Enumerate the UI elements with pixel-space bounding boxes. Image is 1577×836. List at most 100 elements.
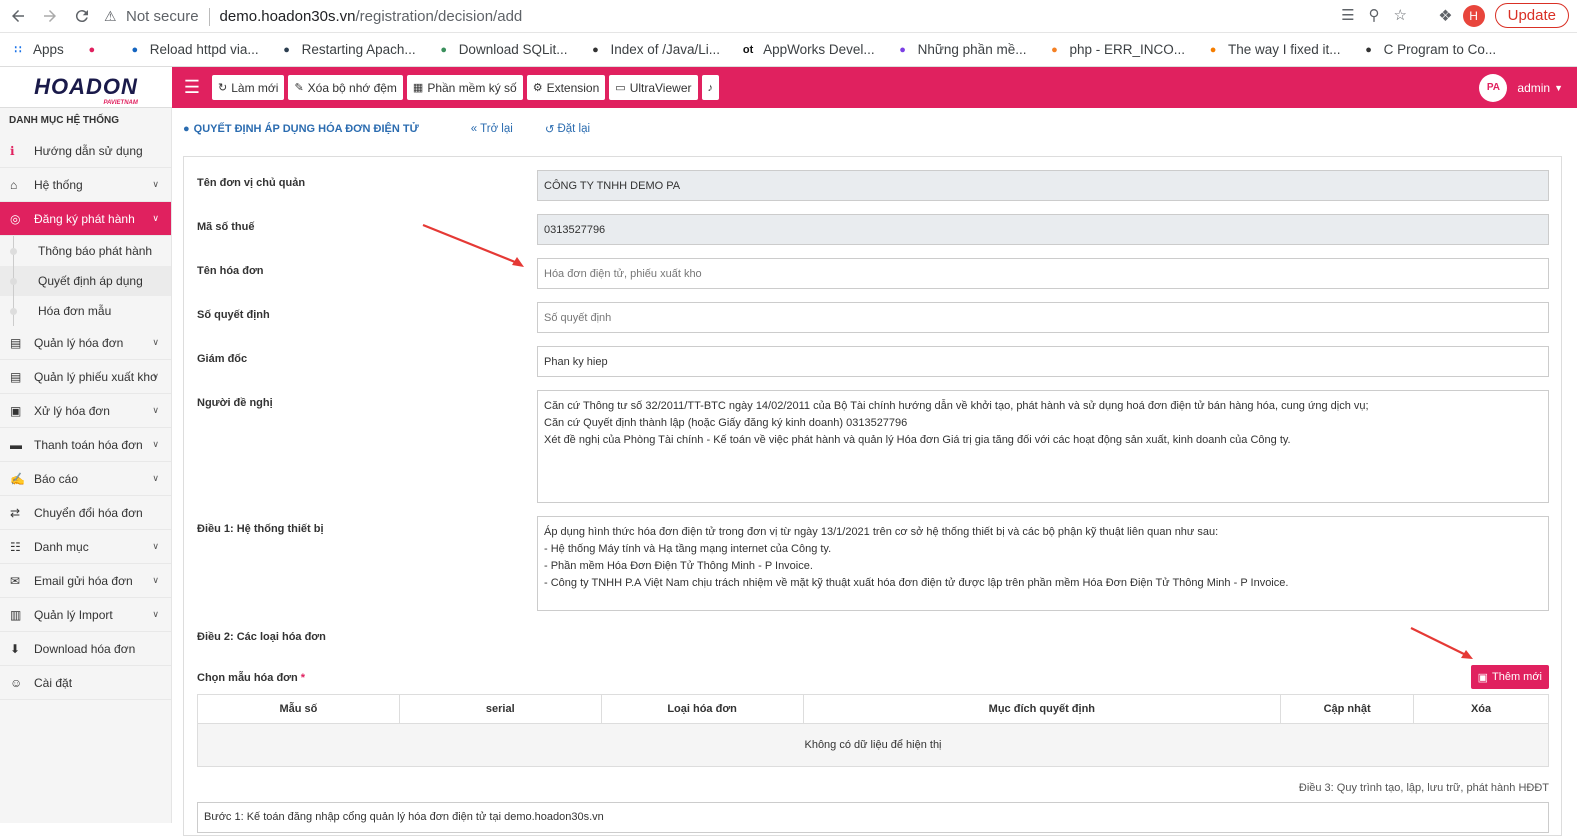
sidebar-item[interactable]: ▤ Quản lý hóa đơn ∨ [0,326,171,360]
add-new-button[interactable]: ▣ Thêm mới [1470,665,1549,689]
xóa-bộ-nhớ-đệm-button[interactable]: ✎ Xóa bộ nhớ đệm [288,75,403,100]
sidebar-item[interactable]: ⌂ Hệ thống ∨ [0,168,171,202]
bookmark-item[interactable]: ● Reload httpd via... [127,42,258,58]
col-purpose[interactable]: Mục đích quyết định [802,694,1282,724]
sidebar-item[interactable]: ▣ Xử lý hóa đơn ∨ [0,394,171,428]
bookmark-item[interactable]: ● Download SQLit... [436,42,567,58]
hamburger-menu-icon[interactable]: ☰ [172,77,212,98]
chevron-down-icon: ∨ [152,609,159,619]
page-header: ● QUYẾT ĐỊNH ÁP DỤNG HÓA ĐƠN ĐIỆN TỬ «Trở… [172,108,1577,150]
sidebar-item-label: Download hóa đơn [34,641,136,656]
sidebar-item[interactable]: ◎ Đăng ký phát hành ∨ [0,202,171,236]
globe-icon: ● [592,43,599,56]
sidebar-item[interactable]: ▬ Thanh toán hóa đơn ∨ [0,428,171,462]
article1-line: - Hệ thống Máy tính và Hạ tầng mạng inte… [544,543,832,555]
decision-number-input[interactable]: Số quyết định [537,302,1549,333]
user-name: admin [1517,80,1551,95]
reset-label: Đặt lại [557,123,591,135]
forward-arrow-icon[interactable] [34,0,66,32]
monitor-icon: ▭ [615,82,626,94]
table-row: Không có dữ liệu để hiện thị [197,723,1549,767]
col-template-no[interactable]: Mẫu số [197,694,400,724]
chevron-down-icon: ∨ [152,439,159,449]
col-delete[interactable]: Xóa [1413,694,1549,724]
reload-icon[interactable] [66,0,98,32]
sidebar-item[interactable]: ☺ Cài đặt [0,666,171,700]
proposer-textarea[interactable]: Căn cứ Thông tư số 32/2011/TT-BTC ngày 1… [537,390,1549,503]
logo-text: HOADON PAVIETNAM [34,76,138,107]
extension-icon: ⚙ [532,82,543,94]
sidebar-item[interactable]: ▤ Quản lý phiếu xuất kho ∨ [0,360,171,394]
update-button[interactable]: Update [1494,3,1569,28]
note-icon: ● [899,43,906,56]
extension-button[interactable]: ⚙ Extension [526,75,606,100]
bookmark-item[interactable]: ∷ Apps [10,42,64,58]
back-link[interactable]: «Trở lại [471,123,513,135]
sidebar-item[interactable]: ▥ Quản lý Import ∨ [0,598,171,632]
sidebar-item-label: Quản lý Import [34,607,113,622]
bookmark-item[interactable]: ● php - ERR_INCO... [1046,42,1185,58]
sidebar-subitem[interactable]: Hóa đơn mẫu [0,296,171,326]
col-serial[interactable]: serial [398,694,602,724]
person-icon: ● [131,43,139,56]
bookmark-item[interactable]: ● Những phần mề... [895,42,1026,58]
bookmark-label: Restarting Apach... [301,42,416,57]
zoom-icon[interactable]: ⚲ [1369,6,1380,24]
proposer-line: Căn cứ Quyết định thành lập (hoặc Giấy đ… [544,417,908,429]
bookmark-item[interactable]: ot AppWorks Devel... [740,42,875,58]
article1-line: Áp dụng hình thức hóa đơn điện tử trong … [544,526,1219,538]
sidebar-subitem[interactable]: Thông báo phát hành [0,236,171,266]
bell-icon: ♪ [707,81,714,94]
address-bar[interactable]: ⚠ Not secure demo.hoadon30s.vn/registrat… [104,2,1487,31]
translate-icon[interactable]: ☰ [1341,6,1354,24]
puzzle-icon[interactable]: ❖ [1438,6,1452,26]
unit-label: Tên đơn vị chủ quản [197,177,306,189]
invoice-name-input[interactable]: Hóa đơn điện tử, phiếu xuất kho [537,258,1549,289]
card-icon: ▬ [10,437,22,452]
back-arrow-icon[interactable] [2,0,34,32]
sidebar-item[interactable]: ℹ Hướng dẫn sử dụng [0,134,171,168]
sidebar: DANH MỤC HỆ THỐNG ℹ Hướng dẫn sử dụng ⌂ Hệ … [0,108,172,823]
sidebar-item[interactable]: ✉ Email gửi hóa đơn ∨ [0,564,171,598]
unit-field[interactable]: CÔNG TY TNHH DEMO PA [537,170,1549,201]
bookmark-label: AppWorks Devel... [763,42,875,57]
logo[interactable]: HOADON PAVIETNAM [0,67,172,108]
sidebar-subitem[interactable]: Quyết định áp dụng [0,266,171,296]
phần-mềm-ký-số-button[interactable]: ▦ Phần mềm ký số [406,75,523,100]
reset-link[interactable]: ↺ Đặt lại [545,122,590,136]
toolbar-button-label: Làm mới [231,80,279,95]
col-update[interactable]: Cập nhật [1280,694,1415,724]
article1-textarea[interactable]: Áp dụng hình thức hóa đơn điện tử trong … [537,516,1549,611]
notification-button[interactable]: ♪ [701,75,719,100]
col-invoice-type[interactable]: Loại hóa đơn [600,694,804,724]
profile-avatar[interactable]: H [1462,4,1485,27]
address-bar-icons: ☰ ⚲ ☆ [1341,6,1407,24]
toolbar-button-label: UltraViewer [629,80,692,95]
site-icon: ● [283,43,290,56]
save-icon: ▣ [10,403,22,418]
page-title: ● QUYẾT ĐỊNH ÁP DỤNG HÓA ĐƠN ĐIỆN TỬ [183,123,419,135]
sidebar-item[interactable]: ✍ Báo cáo ∨ [0,462,171,496]
bookmark-item[interactable]: ● Index of /Java/Li... [588,42,721,58]
step-textarea[interactable]: Bước 1: Kế toán đăng nhập cổng quản lý h… [197,802,1549,833]
bookmark-item[interactable]: ● [84,42,107,58]
plus-square-icon: ▣ [1477,671,1488,684]
star-icon[interactable]: ☆ [1394,6,1407,24]
main-content: ● QUYẾT ĐỊNH ÁP DỤNG HÓA ĐƠN ĐIỆN TỬ «Trở… [172,108,1577,836]
home-icon: ⌂ [10,177,18,192]
add-new-label: Thêm mới [1492,671,1542,683]
sidebar-item[interactable]: ⇄ Chuyển đổi hóa đơn [0,496,171,530]
sidebar-item[interactable]: ☷ Danh mục ∨ [0,530,171,564]
bookmark-item[interactable]: ● Restarting Apach... [279,42,416,58]
director-input[interactable]: Phan ky hiep [537,346,1549,377]
bookmark-item[interactable]: ● C Program to Co... [1361,42,1496,58]
bookmark-item[interactable]: ● The way I fixed it... [1205,42,1341,58]
tax-code-field[interactable]: 0313527796 [537,214,1549,245]
user-menu[interactable]: PA admin ▼ [1479,73,1577,102]
ultraviewer-button[interactable]: ▭ UltraViewer [609,75,698,100]
url-separator [208,7,210,26]
ot-icon: ot [742,43,754,56]
sidebar-item[interactable]: ⬇ Download hóa đơn [0,632,171,666]
bookmark-label: Index of /Java/Li... [610,42,721,57]
làm-mới-button[interactable]: ↻ Làm mới [212,75,285,100]
